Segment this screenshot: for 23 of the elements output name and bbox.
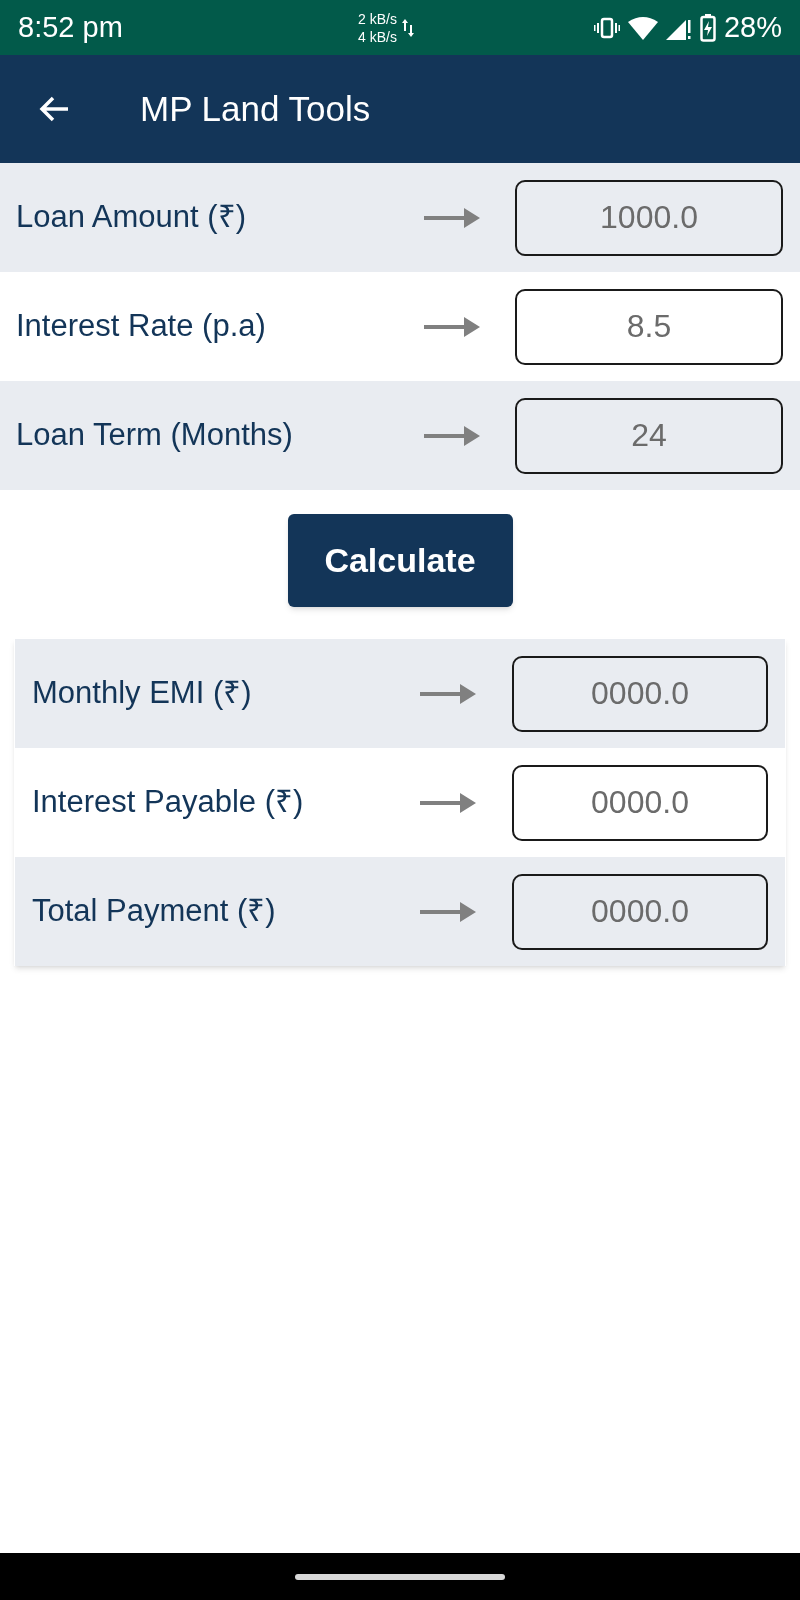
field-label: Loan Amount (₹) — [15, 198, 247, 237]
battery-percent: 28% — [723, 9, 782, 45]
field-label: Interest Payable (₹) — [31, 783, 305, 822]
field-label: Interest Rate (p.a) — [15, 307, 267, 346]
field-label: Total Payment (₹) — [31, 892, 277, 931]
field-label: Monthly EMI (₹) — [31, 674, 253, 713]
clock-time: 8:52 pm — [18, 9, 124, 45]
battery-charging-icon — [699, 13, 716, 42]
vibrate-icon — [593, 16, 620, 39]
field-label: Loan Term (Months) — [15, 416, 294, 455]
upload-speed: 2 kB/s — [358, 9, 397, 28]
calculate-button[interactable]: Calculate — [287, 514, 513, 607]
number-field[interactable]: 0000.0 — [512, 873, 768, 950]
number-field[interactable]: 8.5 — [515, 288, 783, 365]
number-field[interactable]: 0000.0 — [512, 764, 768, 841]
number-field[interactable]: 0000.0 — [512, 655, 768, 732]
app-bar-title: MP Land Tools — [140, 87, 371, 130]
number-field[interactable]: 24 — [515, 397, 783, 474]
download-speed: 4 kB/s — [358, 27, 397, 46]
number-field[interactable]: 1000.0 — [515, 179, 783, 256]
wifi-icon — [627, 15, 658, 40]
back-arrow-icon — [38, 95, 70, 123]
home-handle[interactable] — [295, 1573, 505, 1580]
